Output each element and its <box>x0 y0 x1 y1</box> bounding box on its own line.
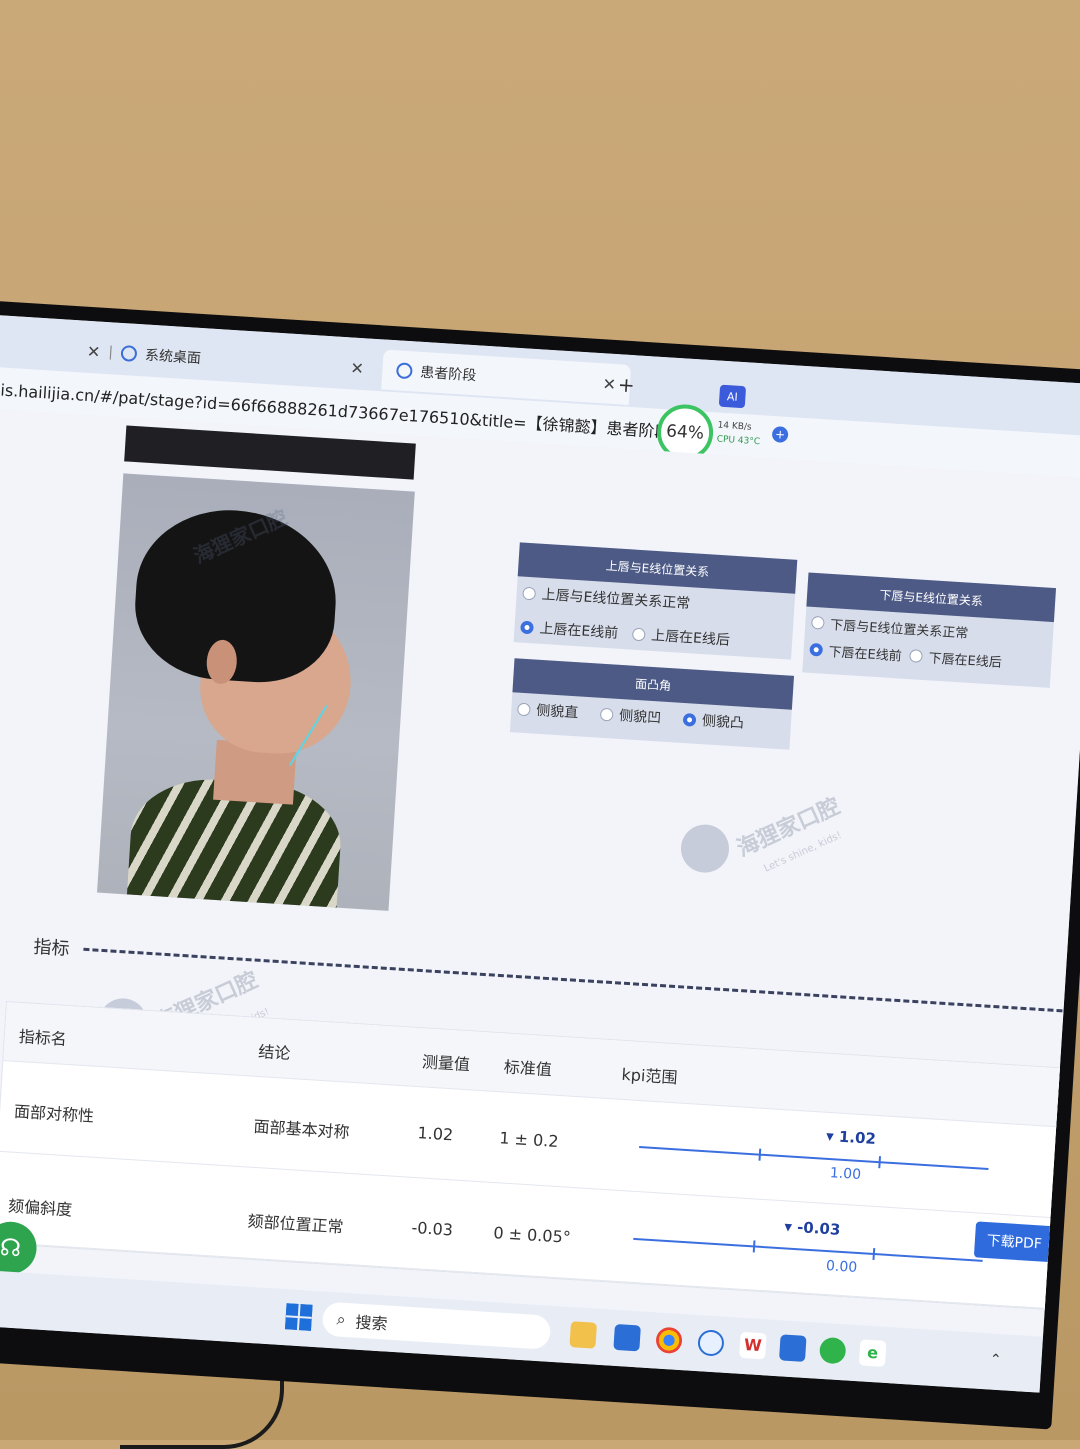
cpu-temp: CPU 43°C <box>716 434 761 448</box>
tab-label: 患者阶段 <box>419 364 477 385</box>
cell-conclusion: 颏部位置正常 <box>247 1211 345 1237</box>
header-measured: 测量值 <box>421 1052 471 1075</box>
tray-chevron-up-icon[interactable]: ⌃ <box>989 1352 1002 1369</box>
kpi-range-line <box>639 1146 989 1171</box>
header-standard: 标准值 <box>503 1057 553 1080</box>
option-label: 下唇在E线前 <box>828 644 903 665</box>
headset-icon: ☊ <box>0 1233 23 1263</box>
header-conclusion: 结论 <box>257 1041 291 1063</box>
photo-strip <box>124 425 416 480</box>
app-square-icon[interactable] <box>779 1334 807 1362</box>
taskbar-search[interactable]: ⌕ 搜索 <box>321 1301 552 1350</box>
indicators-section-label: 指标 <box>32 936 71 960</box>
wps-icon[interactable]: W <box>739 1331 767 1360</box>
main-content: 海狸家口腔 上唇与E线位置关系 上唇与E线位置关系正常 上唇在E线前 上唇在E线… <box>0 408 1080 1337</box>
patient-profile-photo: 海狸家口腔 <box>97 473 415 911</box>
header-name: 指标名 <box>18 1026 68 1049</box>
cell-name: 面部对称性 <box>13 1101 95 1126</box>
cell-standard: 0 ± 0.05° <box>492 1223 572 1247</box>
cell-measured: -0.03 <box>411 1217 454 1240</box>
screen: ✕ | 系统桌面 ✕ 患者阶段 ✕ + his.hailijia.cn/#/pa… <box>0 314 1080 1393</box>
panel-lower-lip: 下唇与E线位置关系 下唇与E线位置关系正常 下唇在E线前 下唇在E线后 <box>802 572 1057 688</box>
radio-upper-front[interactable]: 上唇在E线前 <box>520 617 619 643</box>
radio-profile-concave[interactable]: 侧貌凹 <box>599 704 662 728</box>
kpi-standard: 1.00 <box>829 1165 862 1184</box>
watermark-logo-icon <box>679 823 731 875</box>
cell-conclusion: 面部基本对称 <box>253 1116 351 1142</box>
radio-icon[interactable] <box>810 615 825 630</box>
cell-standard: 1 ± 0.2 <box>498 1128 560 1151</box>
tab-close-left[interactable]: ✕ <box>349 347 365 388</box>
radio-upper-normal[interactable]: 上唇与E线位置关系正常 <box>522 583 691 614</box>
radio-profile-straight[interactable]: 侧貌直 <box>516 699 579 723</box>
header-kpi: kpi范围 <box>621 1064 679 1088</box>
plus-icon[interactable]: + <box>771 426 789 443</box>
radio-upper-back[interactable]: 上唇在E线后 <box>631 624 731 650</box>
browser-e-icon[interactable]: e <box>858 1339 887 1367</box>
option-label: 上唇与E线位置关系正常 <box>541 586 691 613</box>
radio-icon[interactable] <box>516 702 531 716</box>
close-icon[interactable]: ✕ <box>350 358 365 378</box>
radio-icon[interactable] <box>809 642 824 657</box>
wechat-icon[interactable] <box>818 1336 847 1365</box>
kpi-tick <box>872 1247 876 1261</box>
panel-profile-angle: 面凸角 侧貌直 侧貌凹 侧貌凸 <box>509 658 795 750</box>
search-label: 搜索 <box>354 1312 389 1334</box>
radio-icon[interactable] <box>909 649 924 663</box>
option-label: 下唇在E线后 <box>928 651 1003 671</box>
cloud-icon <box>120 344 138 362</box>
panel-upper-lip: 上唇与E线位置关系 上唇与E线位置关系正常 上唇在E线前 上唇在E线后 <box>513 542 798 660</box>
option-label: 侧貌直 <box>535 702 579 722</box>
app-icon <box>395 362 413 380</box>
kpi-value: ▾ -0.03 <box>783 1217 841 1239</box>
close-icon[interactable]: ✕ <box>86 341 101 361</box>
monitor: ✕ | 系统桌面 ✕ 患者阶段 ✕ + his.hailijia.cn/#/pa… <box>0 300 1080 1430</box>
option-label: 上唇在E线前 <box>538 620 619 642</box>
radio-icon[interactable] <box>522 586 537 600</box>
windows-start-icon[interactable] <box>284 1303 313 1331</box>
search-icon: ⌕ <box>336 1309 347 1329</box>
kpi-range-line <box>633 1237 983 1262</box>
indicators-table: 指标名 结论 测量值 标准值 kpi范围 面部对称性 面部基本对称 1.02 1… <box>0 1001 1066 1311</box>
radio-icon[interactable] <box>520 620 534 634</box>
kpi-tick <box>878 1156 882 1169</box>
radio-profile-convex[interactable]: 侧貌凸 <box>682 709 744 733</box>
tab-label: 系统桌面 <box>144 347 202 367</box>
option-label: 侧貌凹 <box>618 707 662 727</box>
tab-system-desktop[interactable]: ✕ | 系统桌面 <box>86 331 202 378</box>
download-pdf-button[interactable]: 下载PDF <box>973 1221 1055 1263</box>
app-blue-icon[interactable] <box>613 1323 641 1352</box>
radio-lower-back[interactable]: 下唇在E线后 <box>909 646 1002 671</box>
option-label: 上唇在E线后 <box>650 627 731 649</box>
net-info: 14 KB/s CPU 43°C <box>716 419 761 450</box>
kpi-value-text: -0.03 <box>796 1218 841 1239</box>
chat-search-icon[interactable] <box>697 1329 725 1357</box>
kpi-standard: 0.00 <box>825 1258 858 1276</box>
chrome-icon[interactable] <box>655 1326 683 1355</box>
file-explorer-icon[interactable] <box>569 1321 597 1349</box>
kpi-tick <box>758 1148 762 1161</box>
radio-lower-normal[interactable]: 下唇与E线位置关系正常 <box>810 613 969 642</box>
close-icon[interactable]: ✕ <box>602 374 617 394</box>
tab-divider: | <box>107 344 114 361</box>
ai-button[interactable]: AI <box>718 384 747 409</box>
cell-name: 颏偏斜度 <box>7 1196 73 1220</box>
kpi-tick <box>752 1240 756 1253</box>
option-label: 下唇与E线位置关系正常 <box>829 618 969 642</box>
kpi-value: ▾ 1.02 <box>825 1126 877 1148</box>
option-label: 侧貌凸 <box>701 713 745 732</box>
radio-lower-front[interactable]: 下唇在E线前 <box>809 640 902 665</box>
radio-icon[interactable] <box>631 627 646 641</box>
radio-icon[interactable] <box>682 712 697 727</box>
radio-icon[interactable] <box>599 707 614 722</box>
new-tab-button[interactable]: + <box>617 372 635 397</box>
kpi-value-text: 1.02 <box>838 1127 877 1148</box>
cell-measured: 1.02 <box>416 1123 454 1145</box>
